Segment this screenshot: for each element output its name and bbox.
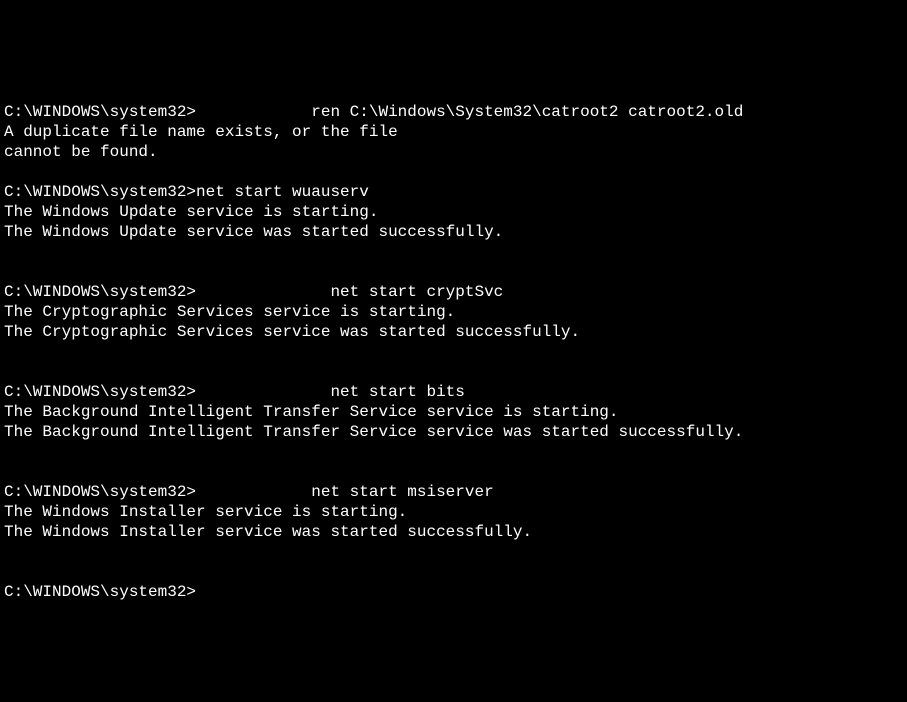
- prompt-pad: [196, 483, 311, 501]
- prompt: C:\WINDOWS\system32>: [4, 103, 196, 121]
- command-line: C:\WINDOWS\system32> net start bits: [4, 383, 465, 401]
- output-line: The Background Intelligent Transfer Serv…: [4, 403, 619, 421]
- command-line: C:\WINDOWS\system32> net start msiserver: [4, 483, 494, 501]
- output-line: The Cryptographic Services service was s…: [4, 323, 580, 341]
- command-text: net start msiserver: [311, 483, 493, 501]
- command-line: C:\WINDOWS\system32> net start cryptSvc: [4, 283, 503, 301]
- prompt-pad: [196, 283, 330, 301]
- output-line: A duplicate file name exists, or the fil…: [4, 123, 398, 141]
- prompt-pad: [196, 383, 330, 401]
- command-line: C:\WINDOWS\system32>net start wuauserv: [4, 183, 369, 201]
- command-line: C:\WINDOWS\system32> ren C:\Windows\Syst…: [4, 103, 743, 121]
- command-text: ren C:\Windows\System32\catroot2 catroot…: [311, 103, 743, 121]
- output-line: The Windows Installer service was starte…: [4, 523, 532, 541]
- prompt: C:\WINDOWS\system32>: [4, 283, 196, 301]
- output-line: The Background Intelligent Transfer Serv…: [4, 423, 743, 441]
- terminal-window[interactable]: C:\WINDOWS\system32> ren C:\Windows\Syst…: [4, 82, 903, 602]
- output-line: The Cryptographic Services service is st…: [4, 303, 455, 321]
- command-text: net start wuauserv: [196, 183, 369, 201]
- prompt: C:\WINDOWS\system32>: [4, 583, 196, 601]
- prompt: C:\WINDOWS\system32>: [4, 183, 196, 201]
- output-line: The Windows Update service is starting.: [4, 203, 378, 221]
- prompt: C:\WINDOWS\system32>: [4, 383, 196, 401]
- command-text: net start bits: [330, 383, 464, 401]
- prompt: C:\WINDOWS\system32>: [4, 483, 196, 501]
- prompt-pad: [196, 103, 311, 121]
- output-line: The Windows Installer service is startin…: [4, 503, 407, 521]
- command-text: net start cryptSvc: [330, 283, 503, 301]
- current-prompt[interactable]: C:\WINDOWS\system32>: [4, 583, 196, 601]
- output-line: cannot be found.: [4, 143, 158, 161]
- output-line: The Windows Update service was started s…: [4, 223, 503, 241]
